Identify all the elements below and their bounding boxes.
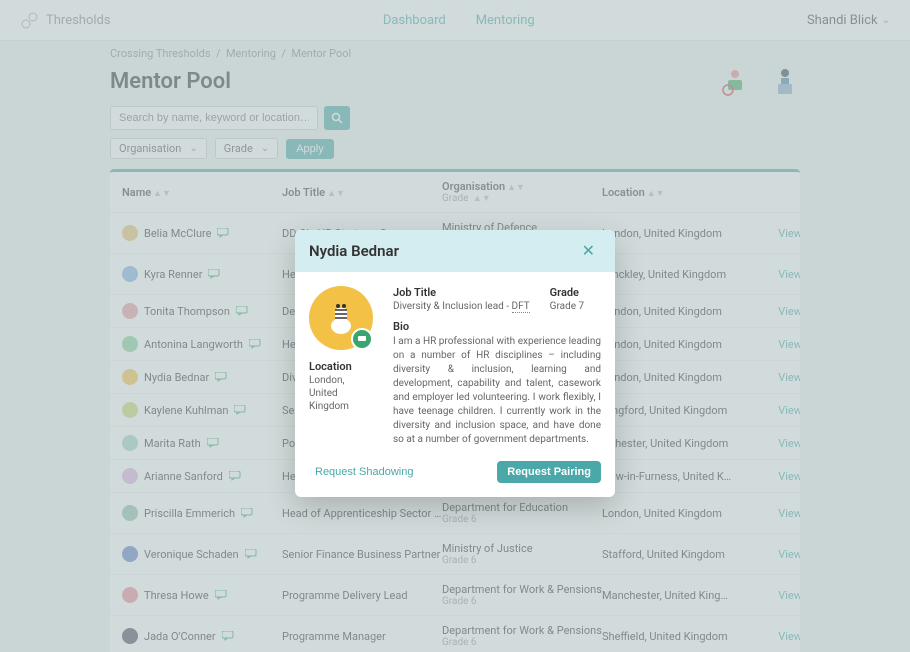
modal-job: Diversity & Inclusion lead - DFT bbox=[393, 301, 530, 312]
close-button[interactable]: ✕ bbox=[576, 240, 601, 262]
message-icon bbox=[351, 328, 373, 350]
request-pairing-button[interactable]: Request Pairing bbox=[497, 461, 601, 483]
request-shadowing-button[interactable]: Request Shadowing bbox=[309, 461, 419, 483]
avatar bbox=[309, 286, 373, 350]
modal-grade: Grade 7 bbox=[550, 301, 585, 312]
modal-overlay[interactable]: Nydia Bednar ✕ Location London, United K… bbox=[0, 0, 910, 652]
modal-title: Nydia Bednar bbox=[309, 242, 399, 260]
modal-bio: I am a HR professional with experience l… bbox=[393, 335, 601, 447]
modal-location: Location London, United Kingdom bbox=[309, 360, 379, 413]
mentor-modal: Nydia Bednar ✕ Location London, United K… bbox=[295, 230, 615, 497]
